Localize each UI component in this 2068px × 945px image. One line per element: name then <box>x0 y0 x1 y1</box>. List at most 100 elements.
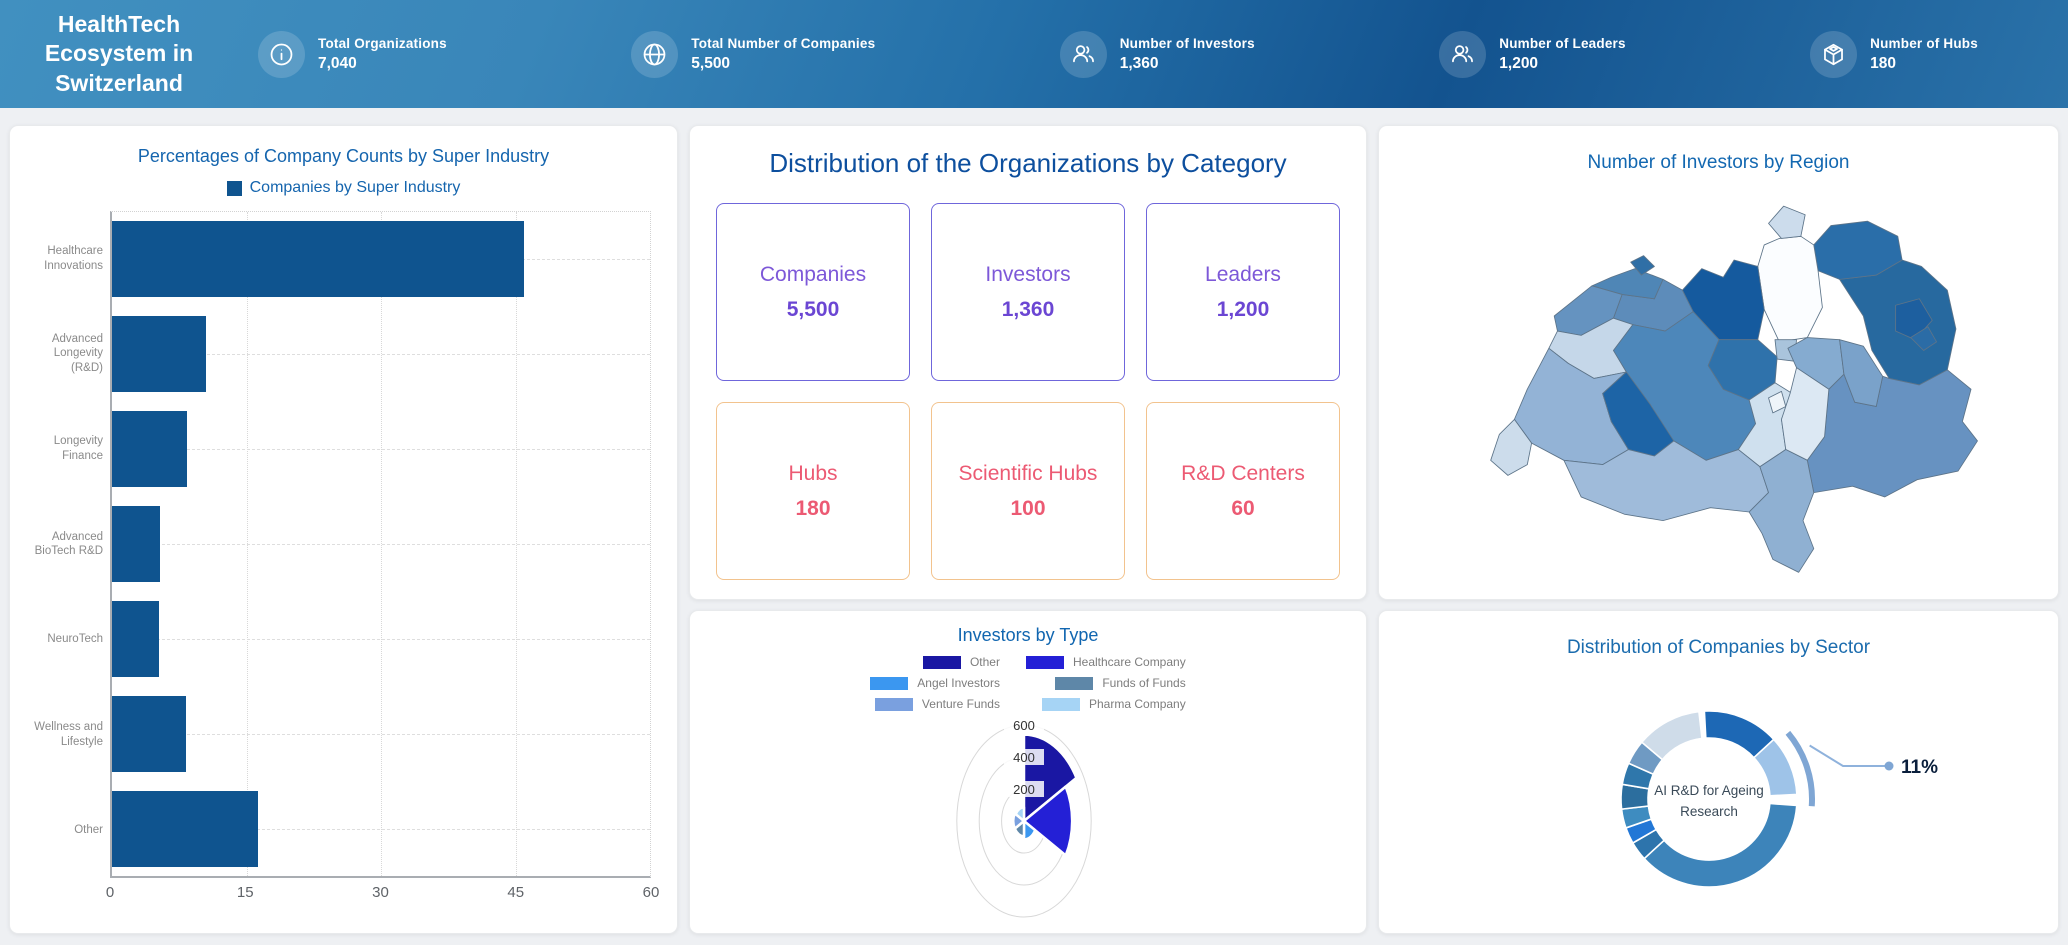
bar-row <box>112 402 650 497</box>
super-industry-bar-chart-panel: Percentages of Company Counts by Super I… <box>9 125 678 934</box>
legend-label: Funds of Funds <box>1102 676 1185 690</box>
bar-category-label: Longevity Finance <box>24 402 110 497</box>
bar-category-labels: Healthcare InnovationsAdvanced Longevity… <box>24 211 110 878</box>
kpi-value: 180 <box>1870 55 1978 73</box>
card-rd-centers: R&D Centers 60 <box>1146 402 1340 580</box>
categories-panel: Distribution of the Organizations by Cat… <box>689 125 1367 600</box>
legend-swatch <box>227 181 242 196</box>
donut-chart-title: Distribution of Companies by Sector <box>1379 637 2058 659</box>
bar-category-label: Healthcare Innovations <box>24 211 110 306</box>
bar-category-label: Other <box>24 783 110 878</box>
legend-item[interactable]: Healthcare Company <box>1026 655 1186 669</box>
bar[interactable] <box>112 791 258 867</box>
cube-icon <box>1810 31 1857 78</box>
bar[interactable] <box>112 316 206 392</box>
rose-chart-title: Investors by Type <box>690 625 1366 646</box>
card-label: Leaders <box>1205 263 1281 287</box>
radial-tick-label: 600 <box>1013 718 1035 733</box>
radial-tick-label: 400 <box>1013 750 1035 765</box>
gridline <box>112 449 650 450</box>
kpi-hubs: Number of Hubs 180 <box>1810 31 1978 78</box>
legend-item[interactable]: Angel Investors <box>870 676 1000 690</box>
legend-item[interactable]: Pharma Company <box>1026 697 1186 711</box>
card-value: 100 <box>1010 497 1045 521</box>
x-tick-label: 30 <box>372 884 389 901</box>
kpi-value: 1,200 <box>1499 55 1625 73</box>
legend-swatch <box>870 677 908 690</box>
legend-label: Pharma Company <box>1089 697 1186 711</box>
donut-chart[interactable]: 11%AI R&D for AgeingResearch <box>1379 659 2058 927</box>
card-companies: Companies 5,500 <box>716 203 910 381</box>
card-value: 1,200 <box>1217 298 1270 322</box>
card-label: Investors <box>985 263 1070 287</box>
bar[interactable] <box>112 221 524 297</box>
companies-by-sector-panel: Distribution of Companies by Sector 11%A… <box>1378 610 2059 934</box>
categories-title: Distribution of the Organizations by Cat… <box>690 148 1366 179</box>
gridline <box>112 639 650 640</box>
card-scientific-hubs: Scientific Hubs 100 <box>931 402 1125 580</box>
kpi-label: Total Organizations <box>318 36 447 51</box>
x-tick-label: 0 <box>106 884 114 901</box>
card-label: Scientific Hubs <box>959 462 1098 486</box>
map-title: Number of Investors by Region <box>1379 152 2058 174</box>
rose-chart[interactable]: 200400600 <box>828 711 1228 929</box>
card-label: Companies <box>760 263 866 287</box>
bar-row <box>112 212 650 307</box>
bar-plot-area[interactable] <box>110 211 651 878</box>
bar-chart-title: Percentages of Company Counts by Super I… <box>10 146 677 167</box>
card-hubs: Hubs 180 <box>716 402 910 580</box>
legend-item[interactable]: Funds of Funds <box>1026 676 1186 690</box>
callout-leader-line <box>1810 745 1885 766</box>
legend-label: Companies by Super Industry <box>250 179 461 197</box>
legend-swatch <box>1042 698 1080 711</box>
donut-center-label: Research <box>1680 804 1738 819</box>
bar-chart[interactable]: Healthcare InnovationsAdvanced Longevity… <box>24 211 651 878</box>
bar[interactable] <box>112 411 187 487</box>
bar-row <box>112 781 650 876</box>
canton-region <box>1807 370 1977 497</box>
bar-row <box>112 497 650 592</box>
bar-chart-legend[interactable]: Companies by Super Industry <box>10 179 677 197</box>
header-bar: HealthTech Ecosystem in Switzerland Tota… <box>0 0 2068 108</box>
kpi-investors: Number of Investors 1,360 <box>1060 31 1255 78</box>
app-title: HealthTech Ecosystem in Switzerland <box>0 10 218 98</box>
card-leaders: Leaders 1,200 <box>1146 203 1340 381</box>
kpi-value: 1,360 <box>1120 55 1255 73</box>
bar[interactable] <box>112 696 186 772</box>
card-value: 180 <box>795 497 830 521</box>
legend-swatch <box>875 698 913 711</box>
bar[interactable] <box>112 601 159 677</box>
card-value: 1,360 <box>1002 298 1055 322</box>
info-icon <box>258 31 305 78</box>
bar-row <box>112 686 650 781</box>
bar-category-label: Advanced BioTech R&D <box>24 497 110 592</box>
canton-region <box>1757 236 1822 342</box>
kpi-value: 5,500 <box>691 55 875 73</box>
investors-map-panel: Number of Investors by Region <box>1378 125 2059 600</box>
legend-swatch <box>1055 677 1093 690</box>
kpi-strip: Total Organizations 7,040 Total Number o… <box>218 31 2068 78</box>
kpi-label: Number of Leaders <box>1499 36 1625 51</box>
x-tick-label: 15 <box>237 884 254 901</box>
legend-label: Healthcare Company <box>1073 655 1186 669</box>
x-tick-label: 45 <box>507 884 524 901</box>
people-icon <box>1439 31 1486 78</box>
bar[interactable] <box>112 506 160 582</box>
legend-item[interactable]: Other <box>870 655 1000 669</box>
investors-by-type-panel: Investors by Type Other Healthcare Compa… <box>689 610 1367 934</box>
card-label: Hubs <box>788 462 837 486</box>
legend-label: Other <box>970 655 1000 669</box>
kpi-leaders: Number of Leaders 1,200 <box>1439 31 1625 78</box>
switzerland-map[interactable] <box>1434 176 2004 596</box>
legend-label: Venture Funds <box>922 697 1000 711</box>
callout-dot <box>1885 762 1894 771</box>
bar-category-label: NeuroTech <box>24 592 110 687</box>
rose-legend[interactable]: Other Healthcare Company Angel Investors… <box>690 655 1366 711</box>
bar-x-axis-ticks: 015304560 <box>110 884 651 906</box>
gridline <box>112 544 650 545</box>
kpi-label: Number of Investors <box>1120 36 1255 51</box>
dashboard-body: Percentages of Company Counts by Super I… <box>0 108 2068 934</box>
bar-row <box>112 307 650 402</box>
legend-item[interactable]: Venture Funds <box>870 697 1000 711</box>
kpi-value: 7,040 <box>318 55 447 73</box>
